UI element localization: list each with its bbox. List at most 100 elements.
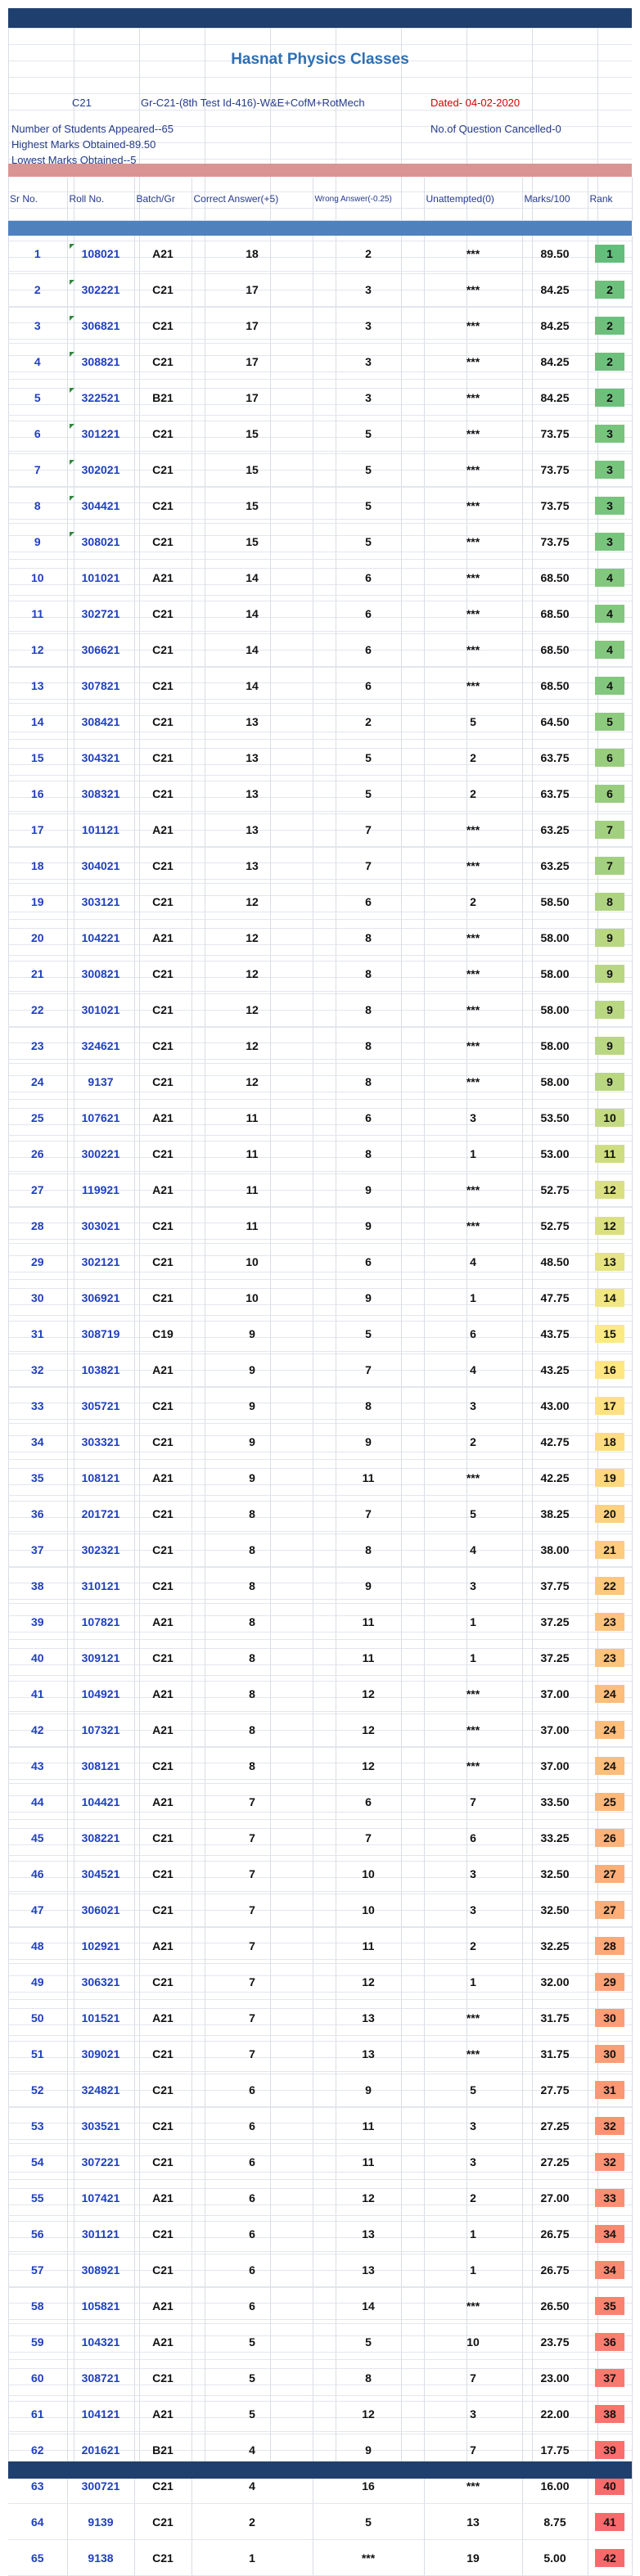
correct-cell: 12: [192, 1027, 313, 1064]
batch-cell: C21: [134, 1747, 192, 1784]
roll-no-value: 300221: [81, 1146, 120, 1160]
wrong-cell: 9: [313, 1171, 425, 1208]
unattempted-cell: ***: [424, 343, 523, 380]
wrong-value: 7: [365, 858, 372, 872]
unattempted-cell: 4: [424, 1351, 523, 1388]
correct-value: 14: [246, 570, 259, 584]
correct-value: 9: [249, 1362, 255, 1376]
batch-cell: C21: [134, 1891, 192, 1928]
rank-badge: 11: [595, 1144, 624, 1163]
correct-value: 6: [249, 2083, 255, 2096]
marks-cell: 58.00: [522, 919, 588, 956]
wrong-cell: 12: [313, 2395, 425, 2432]
wrong-value: 9: [365, 1578, 372, 1592]
unattempted-cell: 1: [424, 2251, 523, 2288]
wrong-value: 8: [365, 1146, 372, 1160]
roll-no-cell: 306321: [67, 1963, 135, 2000]
correct-value: 7: [249, 2047, 255, 2060]
unattempted-value: ***: [466, 642, 480, 656]
table-row: 5 322521 B21 17 3 *** 84.25 2: [8, 379, 633, 416]
roll-no-value: 306921: [81, 1290, 120, 1304]
sr-no-value: 43: [30, 1759, 44, 1772]
marks-value: 23.00: [540, 2371, 570, 2385]
marks-value: 73.75: [540, 426, 570, 440]
roll-no-value: 102921: [81, 1939, 120, 1952]
marks-value: 31.75: [540, 2047, 570, 2060]
wrong-value: 5: [365, 1326, 372, 1340]
sr-no-value: 5: [34, 390, 41, 404]
batch-value: C21: [152, 1254, 174, 1268]
sr-no-cell: 53: [8, 2107, 68, 2144]
marks-cell: 63.75: [522, 775, 588, 812]
roll-no-value: 104221: [81, 930, 120, 944]
rank-cell: 3: [588, 523, 633, 560]
rank-cell: 4: [588, 595, 633, 632]
unattempted-value: 4: [470, 1362, 476, 1376]
wrong-cell: 11: [313, 1459, 425, 1496]
roll-no-cell: 300221: [67, 1135, 135, 1172]
wrong-value: 10: [362, 1867, 375, 1880]
unattempted-cell: ***: [424, 1999, 523, 2036]
batch-cell: C21: [134, 1531, 192, 1568]
batch-value: C21: [152, 786, 174, 800]
sr-no-cell: 23: [8, 1027, 68, 1064]
wrong-value: 9: [365, 1290, 372, 1304]
table-row: 33 305721 C21 9 8 3 43.00 17: [8, 1387, 633, 1424]
unattempted-value: ***: [466, 2047, 480, 2060]
correct-value: 7: [249, 1867, 255, 1880]
roll-no-value: 308321: [81, 786, 120, 800]
marks-cell: 58.50: [522, 883, 588, 920]
marks-cell: 38.25: [522, 1495, 588, 1532]
marks-cell: 58.00: [522, 991, 588, 1028]
col-marks: Marks/100: [522, 178, 588, 221]
batch-cell: C21: [134, 2251, 192, 2288]
unattempted-cell: ***: [424, 847, 523, 884]
wrong-cell: 11: [313, 1603, 425, 1640]
unattempted-cell: ***: [424, 1207, 523, 1244]
table-row: 13 307821 C21 14 6 *** 68.50 4: [8, 667, 633, 704]
marks-cell: 84.25: [522, 307, 588, 344]
roll-no-cell: 104221: [67, 919, 135, 956]
marks-cell: 37.00: [522, 1711, 588, 1748]
rank-badge: 9: [595, 1000, 624, 1019]
unattempted-value: 1: [470, 2227, 476, 2240]
marks-cell: 63.75: [522, 739, 588, 776]
correct-cell: 9: [192, 1387, 313, 1424]
marks-cell: 84.25: [522, 379, 588, 416]
roll-no-cell: 301221: [67, 415, 135, 452]
sr-no-cell: 48: [8, 1927, 68, 1964]
rank-badge: 4: [595, 676, 624, 695]
wrong-cell: 5: [313, 739, 425, 776]
roll-no-value: 309121: [81, 1651, 120, 1664]
wrong-value: 5: [365, 786, 372, 800]
marks-value: 38.00: [540, 1542, 570, 1556]
correct-cell: 8: [192, 1531, 313, 1568]
unattempted-value: ***: [466, 1002, 480, 1016]
rank-cell: 18: [588, 1423, 633, 1460]
roll-no-cell: 304321: [67, 739, 135, 776]
batch-value: C21: [152, 2551, 174, 2565]
roll-no-cell: 307221: [67, 2143, 135, 2180]
wrong-cell: 6: [313, 667, 425, 704]
wrong-value: 5: [365, 462, 372, 476]
sr-no-value: 7: [34, 462, 41, 476]
roll-no-cell: 107821: [67, 1603, 135, 1640]
correct-cell: 9: [192, 1459, 313, 1496]
rank-cell: 9: [588, 1027, 633, 1064]
sr-no-cell: 47: [8, 1891, 68, 1928]
unattempted-cell: ***: [424, 523, 523, 560]
wrong-value: 14: [362, 2299, 375, 2313]
correct-cell: 5: [192, 2359, 313, 2396]
batch-cell: C21: [134, 631, 192, 668]
batch-value: C21: [152, 2371, 174, 2385]
batch-value: C21: [152, 606, 174, 620]
sr-no-cell: 19: [8, 883, 68, 920]
wrong-value: 10: [362, 1903, 375, 1916]
sr-no-cell: 56: [8, 2215, 68, 2252]
wrong-cell: 3: [313, 307, 425, 344]
correct-cell: 8: [192, 1567, 313, 1604]
batch-value: C21: [152, 1398, 174, 1412]
correct-cell: 5: [192, 2395, 313, 2432]
correct-cell: 15: [192, 487, 313, 524]
sr-no-value: 17: [30, 822, 44, 836]
